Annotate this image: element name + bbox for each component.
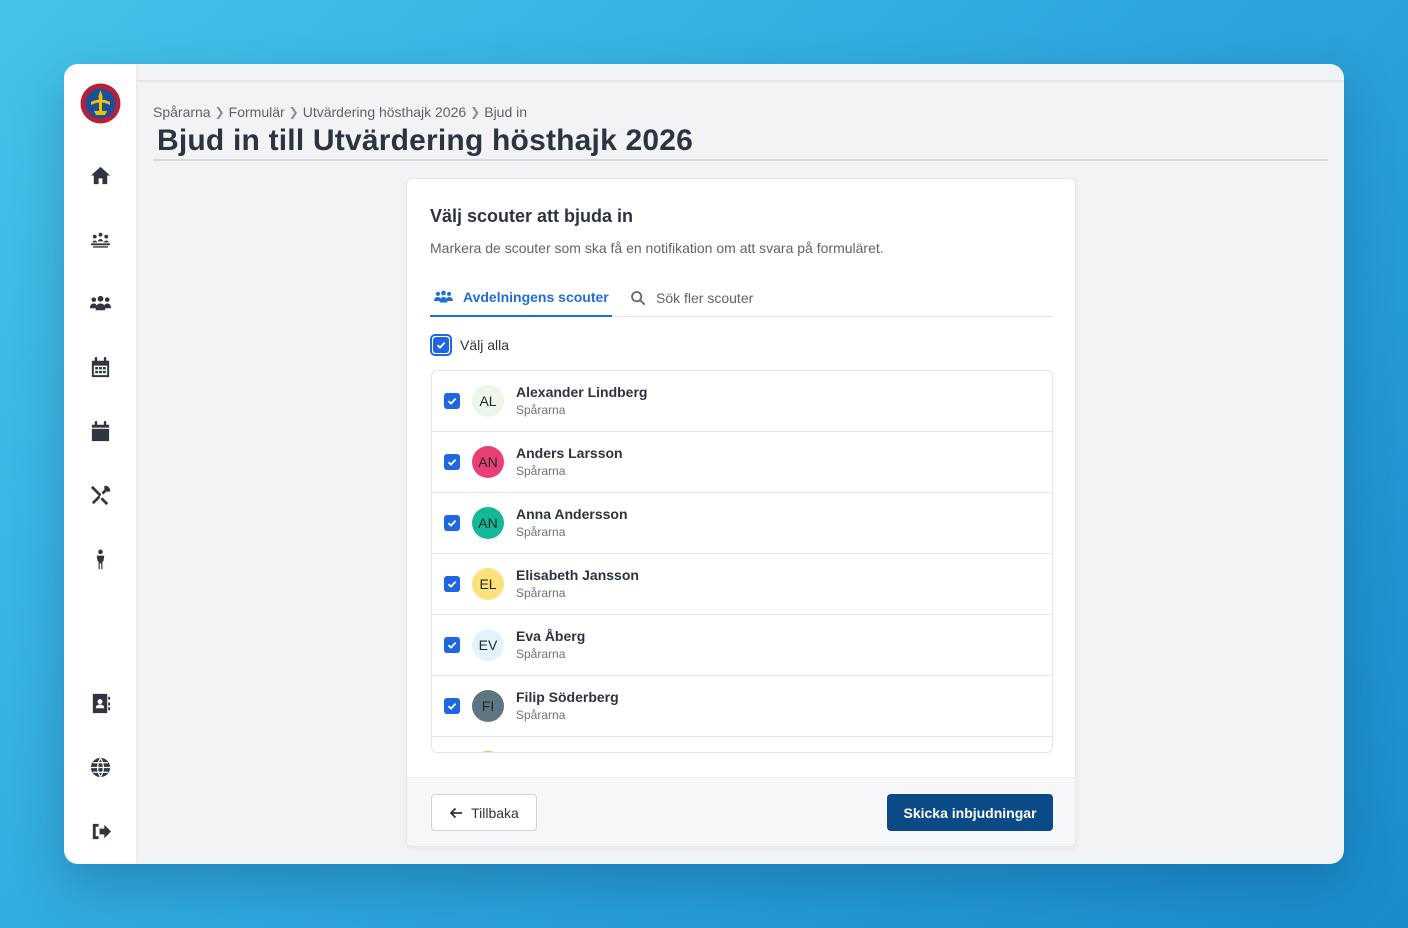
list-item[interactable]: EV Eva Åberg Spårarna — [432, 615, 1052, 676]
scout-person-icon[interactable] — [88, 547, 113, 572]
scout-checkbox[interactable] — [444, 576, 460, 592]
chevron-right-icon: ❯ — [288, 105, 299, 119]
tab-label: Avdelningens scouter — [463, 288, 609, 305]
avatar: EL — [472, 568, 504, 600]
calendar-grid-icon[interactable] — [88, 355, 113, 380]
select-all-checkbox[interactable] — [430, 334, 452, 356]
scout-logo[interactable] — [80, 83, 121, 124]
tab-label: Sök fler scouter — [656, 289, 754, 306]
back-button-label: Tillbaka — [471, 804, 519, 821]
scout-name: Anders Larsson — [516, 445, 623, 461]
globe-icon[interactable] — [88, 755, 113, 780]
send-invitations-button[interactable]: Skicka inbjudningar — [887, 794, 1053, 831]
check-icon — [436, 341, 446, 349]
tabs: Avdelningens scouter Sök fler scouter — [430, 278, 1053, 317]
people-icon[interactable] — [88, 291, 113, 316]
scout-checkbox[interactable] — [444, 698, 460, 714]
breadcrumb-item-current: Bjud in — [484, 104, 528, 120]
app-window: Spårarna ❯ Formulär ❯ Utvärdering höstha… — [64, 64, 1344, 864]
scout-name: Filip Söderberg — [516, 689, 619, 705]
select-all-label: Välj alla — [460, 337, 510, 353]
card-description: Markera de scouter som ska få en notifik… — [430, 240, 884, 256]
back-button[interactable]: Tillbaka — [431, 794, 537, 831]
scout-checkbox[interactable] — [444, 454, 460, 470]
avatar — [472, 751, 504, 752]
check-icon — [447, 458, 457, 466]
chevron-right-icon: ❯ — [470, 105, 481, 119]
campfire-group-icon[interactable] — [88, 227, 113, 252]
list-item-partial[interactable] — [432, 737, 1052, 752]
breadcrumb-item[interactable]: Spårarna — [153, 104, 211, 120]
scout-list[interactable]: AL Alexander Lindberg Spårarna AN Anders… — [431, 370, 1053, 753]
check-icon — [447, 702, 457, 710]
scout-name: Elisabeth Jansson — [516, 567, 639, 583]
avatar: FI — [472, 690, 504, 722]
arrow-left-icon — [449, 807, 463, 818]
scout-group: Spårarna — [516, 525, 566, 539]
scout-name: Anna Andersson — [516, 506, 628, 522]
list-item[interactable]: AL Alexander Lindberg Spårarna — [432, 371, 1052, 432]
card-footer: Tillbaka Skicka inbjudningar — [407, 777, 1075, 846]
sidebar — [64, 64, 137, 864]
breadcrumb-item[interactable]: Formulär — [229, 104, 285, 120]
scout-group: Spårarna — [516, 708, 566, 722]
scout-group: Spårarna — [516, 464, 566, 478]
list-item[interactable]: FI Filip Söderberg Spårarna — [432, 676, 1052, 737]
avatar: AN — [472, 507, 504, 539]
tab-avdelningens-scouter[interactable]: Avdelningens scouter — [430, 278, 612, 317]
contact-card-icon[interactable] — [88, 691, 113, 716]
avatar: AN — [472, 446, 504, 478]
select-all[interactable]: Välj alla — [430, 334, 509, 356]
scout-group: Spårarna — [516, 647, 566, 661]
scout-checkbox[interactable] — [444, 515, 460, 531]
check-icon — [447, 519, 457, 527]
list-item[interactable]: EL Elisabeth Jansson Spårarna — [432, 554, 1052, 615]
scout-group: Spårarna — [516, 586, 566, 600]
checkbox — [433, 337, 449, 353]
list-item[interactable]: AN Anna Andersson Spårarna — [432, 493, 1052, 554]
tab-sok-fler-scouter[interactable]: Sök fler scouter — [630, 278, 753, 317]
breadcrumb-item[interactable]: Utvärdering hösthajk 2026 — [303, 104, 466, 120]
scout-name: Eva Åberg — [516, 628, 586, 644]
chevron-right-icon: ❯ — [214, 105, 225, 119]
scout-name: Alexander Lindberg — [516, 384, 648, 400]
check-icon — [447, 641, 457, 649]
check-icon — [447, 397, 457, 405]
calendar-icon[interactable] — [88, 419, 113, 444]
top-divider — [137, 80, 1344, 82]
scout-group: Spårarna — [516, 403, 566, 417]
avatar: AL — [472, 385, 504, 417]
home-icon[interactable] — [88, 163, 113, 188]
tools-icon[interactable] — [88, 483, 113, 508]
logout-icon[interactable] — [88, 819, 113, 844]
title-divider — [153, 159, 1328, 161]
scout-checkbox[interactable] — [444, 393, 460, 409]
search-icon — [631, 290, 646, 305]
page-title: Bjud in till Utvärdering hösthajk 2026 — [157, 124, 694, 157]
list-item[interactable]: AN Anders Larsson Spårarna — [432, 432, 1052, 493]
avatar: EV — [472, 629, 504, 661]
users-icon — [434, 290, 453, 303]
breadcrumb: Spårarna ❯ Formulär ❯ Utvärdering höstha… — [153, 104, 527, 120]
scout-checkbox[interactable] — [444, 637, 460, 653]
card-title: Välj scouter att bjuda in — [430, 206, 634, 226]
check-icon — [447, 580, 457, 588]
invite-card: Välj scouter att bjuda in Markera de sco… — [406, 178, 1076, 847]
